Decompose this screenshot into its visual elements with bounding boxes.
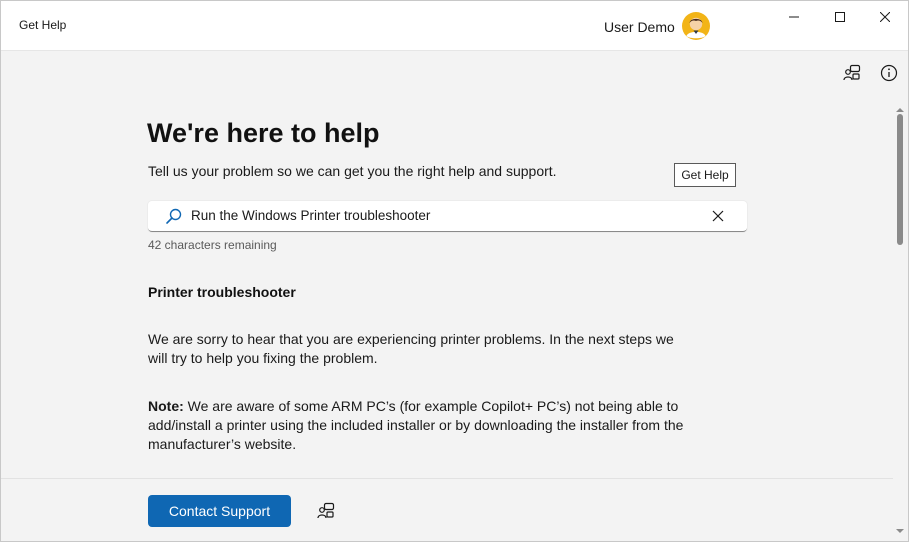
footer-bar: Contact Support <box>1 478 893 541</box>
minimize-icon <box>789 16 799 18</box>
search-input[interactable] <box>191 208 691 223</box>
minimize-button[interactable] <box>771 1 817 33</box>
search-box[interactable] <box>148 201 747 232</box>
user-name[interactable]: User Demo <box>604 19 675 35</box>
page-title: We're here to help <box>147 118 380 148</box>
section-title: Printer troubleshooter <box>148 284 296 300</box>
community-button[interactable] <box>842 63 862 83</box>
note-label: Note: <box>148 398 184 414</box>
note-text: We are aware of some ARM PC’s (for examp… <box>148 398 684 452</box>
community-icon <box>317 502 335 519</box>
footer-community-button[interactable] <box>316 501 336 521</box>
info-icon <box>880 64 898 82</box>
close-icon <box>880 12 890 22</box>
vertical-scrollbar[interactable] <box>894 106 906 539</box>
clear-icon[interactable] <box>710 208 726 224</box>
avatar[interactable] <box>682 12 710 40</box>
contact-support-button[interactable]: Contact Support <box>148 495 291 527</box>
app-title: Get Help <box>19 18 67 32</box>
characters-remaining: 42 characters remaining <box>148 238 277 252</box>
info-button[interactable] <box>879 63 899 83</box>
scrollbar-thumb[interactable] <box>897 114 903 245</box>
note-paragraph: Note: We are aware of some ARM PC’s (for… <box>148 397 688 454</box>
maximize-button[interactable] <box>817 1 863 33</box>
page-subtitle: Tell us your problem so we can get you t… <box>148 163 557 179</box>
scroll-down-arrow-icon[interactable] <box>896 527 904 535</box>
title-bar: Get Help User Demo <box>1 1 908 51</box>
maximize-icon <box>835 12 845 22</box>
community-icon <box>843 64 861 81</box>
get-help-window: Get Help User Demo We're here to help Te… <box>0 0 909 542</box>
get-help-tooltip: Get Help <box>674 163 736 187</box>
search-icon <box>166 208 182 224</box>
close-button[interactable] <box>862 1 908 33</box>
scroll-up-arrow-icon[interactable] <box>896 106 904 114</box>
intro-paragraph: We are sorry to hear that you are experi… <box>148 331 674 366</box>
